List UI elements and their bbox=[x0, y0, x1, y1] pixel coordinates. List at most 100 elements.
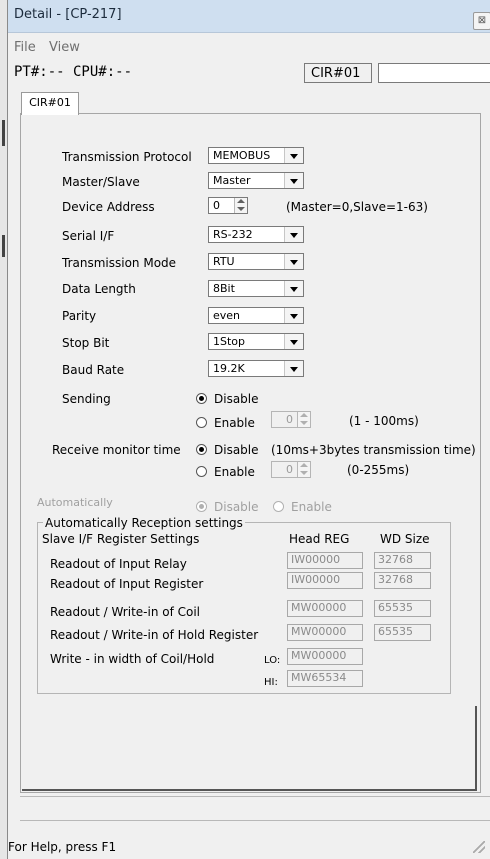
chevron-down-icon bbox=[284, 308, 303, 323]
data-length-value: 8Bit bbox=[213, 282, 235, 295]
sending-disable-label: Disable bbox=[214, 392, 259, 406]
protocol-label: Transmission Protocol bbox=[62, 150, 192, 164]
bottom-area bbox=[22, 706, 477, 791]
head-reg-field: MW00000 bbox=[287, 624, 363, 641]
baud-rate-select[interactable]: 19.2K bbox=[208, 360, 304, 377]
chevron-down-icon bbox=[284, 361, 303, 376]
row-label: Readout of Input Register bbox=[50, 577, 204, 591]
spin-arrows-icon[interactable] bbox=[297, 412, 310, 427]
protocol-value: MEMOBUS bbox=[213, 149, 271, 162]
device-address-value: 0 bbox=[213, 199, 220, 212]
spin-arrows-icon[interactable] bbox=[297, 462, 310, 477]
sending-label: Sending bbox=[62, 392, 111, 406]
baud-rate-label: Baud Rate bbox=[62, 363, 125, 377]
device-address-label: Device Address bbox=[62, 200, 155, 214]
hi-label: HI: bbox=[264, 677, 278, 688]
sending-range: (1 - 100ms) bbox=[349, 414, 419, 428]
status-row: PT#:-- CPU#:-- CIR#01 bbox=[8, 63, 490, 85]
chevron-down-icon bbox=[284, 334, 303, 349]
receive-label: Receive monitor time bbox=[52, 443, 181, 457]
edge-mark bbox=[2, 120, 5, 146]
head-reg-field: IW00000 bbox=[287, 572, 363, 589]
mode-label: Transmission Mode bbox=[62, 256, 177, 270]
receive-disable-radio[interactable] bbox=[196, 444, 207, 455]
head-reg-field: MW00000 bbox=[287, 600, 363, 617]
master-slave-select[interactable]: Master bbox=[208, 172, 304, 189]
status-empty-field bbox=[378, 63, 490, 83]
width-label: Write - in width of Coil/Hold bbox=[50, 652, 215, 666]
row-label: Readout of Input Relay bbox=[50, 557, 187, 571]
sending-time-value: 0 bbox=[286, 413, 293, 426]
lo-field: MW00000 bbox=[287, 648, 363, 665]
serial-if-select[interactable]: RS-232 bbox=[208, 226, 304, 243]
data-length-label: Data Length bbox=[62, 282, 136, 296]
pt-cpu-label: PT#:-- CPU#:-- bbox=[14, 64, 133, 80]
device-address-stepper[interactable]: 0 bbox=[208, 197, 248, 214]
head-reg-field: IW00000 bbox=[287, 552, 363, 569]
hi-field: MW65534 bbox=[287, 670, 363, 687]
menu-file[interactable]: File bbox=[14, 40, 36, 55]
auto-disable-label: Disable bbox=[214, 500, 259, 514]
sending-enable-radio[interactable] bbox=[196, 417, 207, 428]
detail-window: Detail - [CP-217] ⊠ File View PT#:-- CPU… bbox=[7, 0, 490, 859]
divider bbox=[20, 796, 490, 797]
menu-view[interactable]: View bbox=[49, 40, 80, 55]
stop-bit-label: Stop Bit bbox=[62, 336, 110, 350]
baud-rate-value: 19.2K bbox=[213, 362, 245, 375]
mode-select[interactable]: RTU bbox=[208, 253, 304, 270]
stop-bit-select[interactable]: 1Stop bbox=[208, 333, 304, 350]
reception-header-left: Slave I/F Register Settings bbox=[42, 532, 200, 546]
chevron-down-icon bbox=[284, 148, 303, 163]
receive-range: (0-255ms) bbox=[347, 463, 410, 477]
device-address-hint: (Master=0,Slave=1-63) bbox=[286, 200, 428, 214]
auto-enable-label: Enable bbox=[291, 500, 332, 514]
protocol-select[interactable]: MEMOBUS bbox=[208, 147, 304, 164]
chevron-down-icon bbox=[284, 281, 303, 296]
spin-arrows-icon[interactable] bbox=[234, 198, 247, 213]
cir-field: CIR#01 bbox=[304, 63, 372, 83]
parity-label: Parity bbox=[62, 309, 97, 323]
menu-bar: File View bbox=[8, 38, 490, 56]
receive-enable-label: Enable bbox=[214, 465, 255, 479]
row-label: Readout / Write-in of Coil bbox=[50, 605, 201, 619]
wd-size-field: 65535 bbox=[374, 624, 431, 641]
sending-time-stepper[interactable]: 0 bbox=[271, 411, 311, 428]
row-label: Readout / Write-in of Hold Register bbox=[50, 628, 259, 642]
serial-if-value: RS-232 bbox=[213, 228, 253, 241]
edge-mark bbox=[2, 235, 5, 257]
chevron-down-icon bbox=[284, 227, 303, 242]
wd-size-field: 65535 bbox=[374, 600, 431, 617]
auto-label: Automatically bbox=[37, 496, 113, 509]
master-slave-label: Master/Slave bbox=[62, 175, 140, 189]
receive-enable-radio[interactable] bbox=[196, 466, 207, 477]
receive-time-stepper[interactable]: 0 bbox=[271, 461, 311, 478]
wd-size-field: 32768 bbox=[374, 552, 431, 569]
reception-header-head: Head REG bbox=[289, 532, 350, 546]
receive-time-value: 0 bbox=[286, 463, 293, 476]
parity-select[interactable]: even bbox=[208, 307, 304, 324]
reception-header-size: WD Size bbox=[380, 532, 430, 546]
stop-bit-value: 1Stop bbox=[213, 335, 246, 348]
window-title: Detail - [CP-217] bbox=[14, 7, 122, 22]
lo-label: LO: bbox=[264, 655, 281, 666]
sending-disable-radio[interactable] bbox=[196, 393, 207, 404]
tab-cir01[interactable]: CIR#01 bbox=[21, 92, 79, 115]
serial-if-label: Serial I/F bbox=[62, 229, 115, 243]
title-bar: Detail - [CP-217] ⊠ bbox=[8, 0, 490, 33]
status-bar: For Help, press F1 bbox=[8, 814, 490, 859]
parity-value: even bbox=[213, 309, 241, 322]
reception-group-title: Automatically Reception settings bbox=[43, 516, 245, 530]
close-icon[interactable]: ⊠ bbox=[473, 12, 490, 30]
chevron-down-icon bbox=[284, 254, 303, 269]
auto-enable-radio[interactable] bbox=[273, 501, 284, 512]
sending-enable-label: Enable bbox=[214, 416, 255, 430]
left-edge bbox=[0, 0, 7, 859]
auto-disable-radio[interactable] bbox=[196, 501, 207, 512]
data-length-select[interactable]: 8Bit bbox=[208, 280, 304, 297]
help-text: For Help, press F1 bbox=[8, 840, 117, 854]
master-slave-value: Master bbox=[213, 174, 251, 187]
resize-grip-icon[interactable] bbox=[473, 841, 485, 853]
mode-value: RTU bbox=[213, 255, 235, 268]
receive-hint: (10ms+3bytes transmission time) bbox=[271, 443, 476, 457]
chevron-down-icon bbox=[284, 173, 303, 188]
